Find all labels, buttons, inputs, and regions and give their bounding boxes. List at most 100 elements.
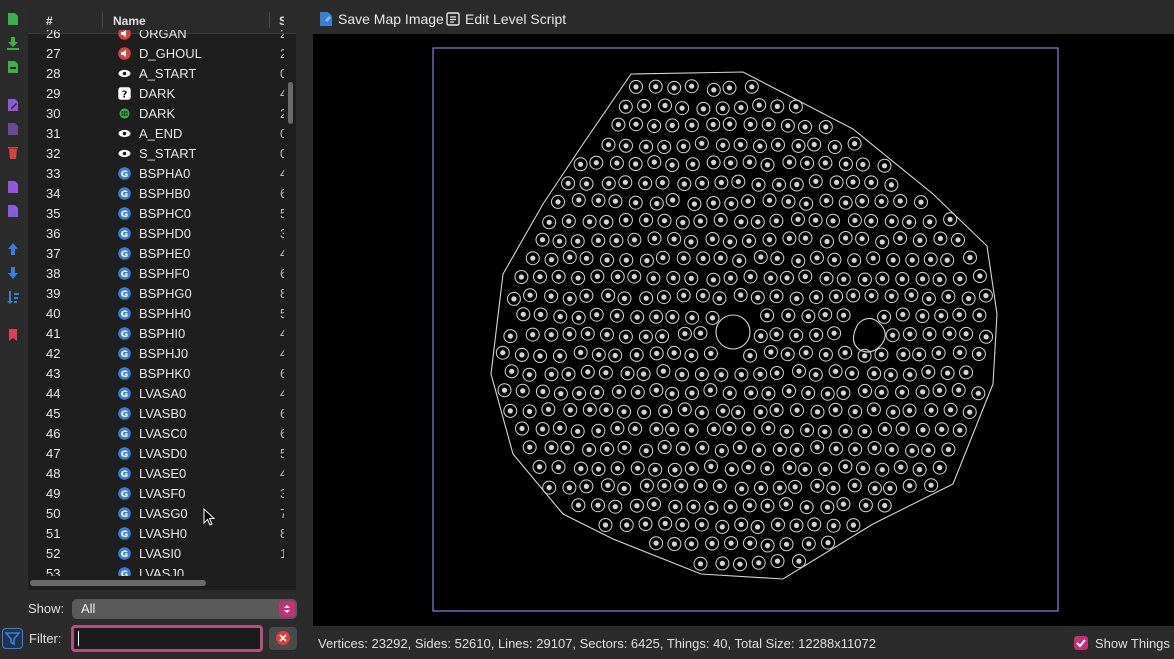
lump-size: 0 (280, 126, 284, 141)
delete-icon[interactable] (6, 146, 20, 160)
column-header-name[interactable]: Name (113, 14, 146, 28)
lump-row[interactable]: 51 G LVASH0 8 (28, 524, 284, 544)
lump-size: 3 (280, 486, 284, 501)
graphic-icon: G (118, 187, 131, 200)
lump-number: 29 (46, 86, 61, 101)
graphic-icon: G (118, 467, 131, 480)
svg-text:G: G (121, 450, 128, 460)
column-header-number[interactable]: # (46, 14, 53, 28)
svg-text:G: G (121, 210, 128, 220)
lump-name: BSPHE0 (139, 246, 191, 261)
graphic-icon: G (118, 327, 131, 340)
lump-row[interactable]: 28 A_START 0 (28, 64, 284, 84)
graphic-icon: G (118, 387, 131, 400)
lump-name: LVASE0 (139, 466, 187, 481)
paste-icon[interactable] (6, 204, 20, 218)
lump-row[interactable]: 38 G BSPHF0 6 (28, 264, 284, 284)
lump-size: 6 (280, 186, 284, 201)
lump-row[interactable]: 39 G BSPHG0 8 (28, 284, 284, 304)
save-map-image-label: Save Map Image (338, 11, 444, 27)
lump-number: 33 (46, 166, 61, 181)
lump-row[interactable]: 45 G LVASB0 6 (28, 404, 284, 424)
lump-row[interactable]: 47 G LVASD0 5 (28, 444, 284, 464)
move-down-icon[interactable] (6, 266, 20, 280)
lump-row[interactable]: 43 G BSPHK0 6 (28, 364, 284, 384)
filter-icon[interactable] (2, 628, 23, 649)
column-divider[interactable] (269, 12, 270, 28)
lump-row[interactable]: 44 G LVASA0 4 (28, 384, 284, 404)
clear-filter-button[interactable] (269, 627, 297, 650)
graphic-icon: G (118, 167, 131, 180)
unknown-icon: ? (118, 87, 131, 100)
edit-level-script-button[interactable]: Edit Level Script (446, 11, 566, 29)
import-icon[interactable] (6, 36, 20, 50)
lump-row[interactable]: 53 G LVASJ0 (28, 564, 284, 576)
copy-icon[interactable] (6, 180, 20, 194)
filter-input[interactable] (71, 625, 263, 652)
svg-text:G: G (121, 470, 128, 480)
svg-text:G: G (121, 430, 128, 440)
lump-row[interactable]: 27 D_GHOUL 2 (28, 44, 284, 64)
svg-text:G: G (121, 390, 128, 400)
lump-row[interactable]: 32 S_START 0 (28, 144, 284, 164)
lump-name: BSPHD0 (139, 226, 192, 241)
lump-list[interactable]: # Name S 26 ORGAN 2 27 D_GHOUL 2 28 A_START 0 29?… (28, 8, 296, 590)
lump-row[interactable]: 42 G BSPHJ0 4 (28, 344, 284, 364)
lump-row[interactable]: 34 G BSPHB0 6 (28, 184, 284, 204)
sort-icon[interactable] (6, 290, 20, 304)
show-things-checkbox[interactable]: Show Things (1074, 635, 1174, 653)
lump-number: 50 (46, 506, 61, 521)
lump-row[interactable]: 50 G LVASG0 7 (28, 504, 284, 524)
vertical-scrollbar[interactable] (287, 38, 294, 574)
bookmark-icon[interactable] (6, 328, 20, 342)
lump-number: 43 (46, 366, 61, 381)
lump-row[interactable]: 35 G BSPHC0 5 (28, 204, 284, 224)
move-up-icon[interactable] (6, 242, 20, 256)
lump-row[interactable]: 48 G LVASE0 4 (28, 464, 284, 484)
graphic-icon: G (118, 567, 131, 576)
map-preview[interactable] (313, 34, 1174, 626)
lump-row[interactable]: 46 G LVASC0 6 (28, 424, 284, 444)
svg-text:G: G (121, 370, 128, 380)
map-canvas (432, 47, 1059, 612)
lump-row[interactable]: 31 A_END 0 (28, 124, 284, 144)
graphic-icon: G (118, 247, 131, 260)
lump-row[interactable]: 40 G BSPHH0 5 (28, 304, 284, 324)
save-map-image-button[interactable]: Save Map Image (319, 11, 445, 29)
edit-icon[interactable] (6, 98, 20, 112)
lump-number: 27 (46, 46, 61, 61)
marker-icon (118, 147, 131, 160)
lump-row[interactable]: 49 G LVASF0 3 (28, 484, 284, 504)
lump-row[interactable]: 52 G LVASI0 1 (28, 544, 284, 564)
lump-row[interactable]: 41 G BSPHI0 4 (28, 324, 284, 344)
sound-icon (118, 30, 131, 40)
lump-row[interactable]: 36 G BSPHD0 3 (28, 224, 284, 244)
lump-size: 4 (280, 166, 284, 181)
column-header-size[interactable]: S (279, 14, 284, 28)
column-divider[interactable] (102, 12, 103, 28)
lump-row[interactable]: 26 ORGAN 2 (28, 30, 284, 44)
duplicate-icon[interactable] (6, 122, 20, 136)
lump-row[interactable]: 33 G BSPHA0 4 (28, 164, 284, 184)
lump-row[interactable]: 29? DARK 4 (28, 84, 284, 104)
svg-text:?: ? (122, 89, 128, 100)
svg-text:G: G (121, 230, 128, 240)
graphic-icon: G (118, 527, 131, 540)
lump-size: 2 (280, 30, 284, 41)
lump-name: BSPHB0 (139, 186, 191, 201)
export-icon[interactable] (6, 60, 20, 74)
new-lump-icon[interactable] (6, 12, 20, 26)
svg-text:G: G (121, 290, 128, 300)
lump-row[interactable]: 30 DARK 2 (28, 104, 284, 124)
map-pool (852, 317, 886, 353)
graphic-icon: G (118, 547, 131, 560)
lump-size: 8 (280, 286, 284, 301)
horizontal-scrollbar-thumb[interactable] (30, 580, 206, 586)
vertical-scrollbar-thumb[interactable] (288, 82, 293, 124)
show-select[interactable]: All (72, 599, 297, 619)
lump-name: LVASD0 (139, 446, 187, 461)
svg-text:G: G (121, 170, 128, 180)
show-label: Show: (28, 601, 65, 616)
lump-row[interactable]: 37 G BSPHE0 4 (28, 244, 284, 264)
lump-number: 49 (46, 486, 61, 501)
